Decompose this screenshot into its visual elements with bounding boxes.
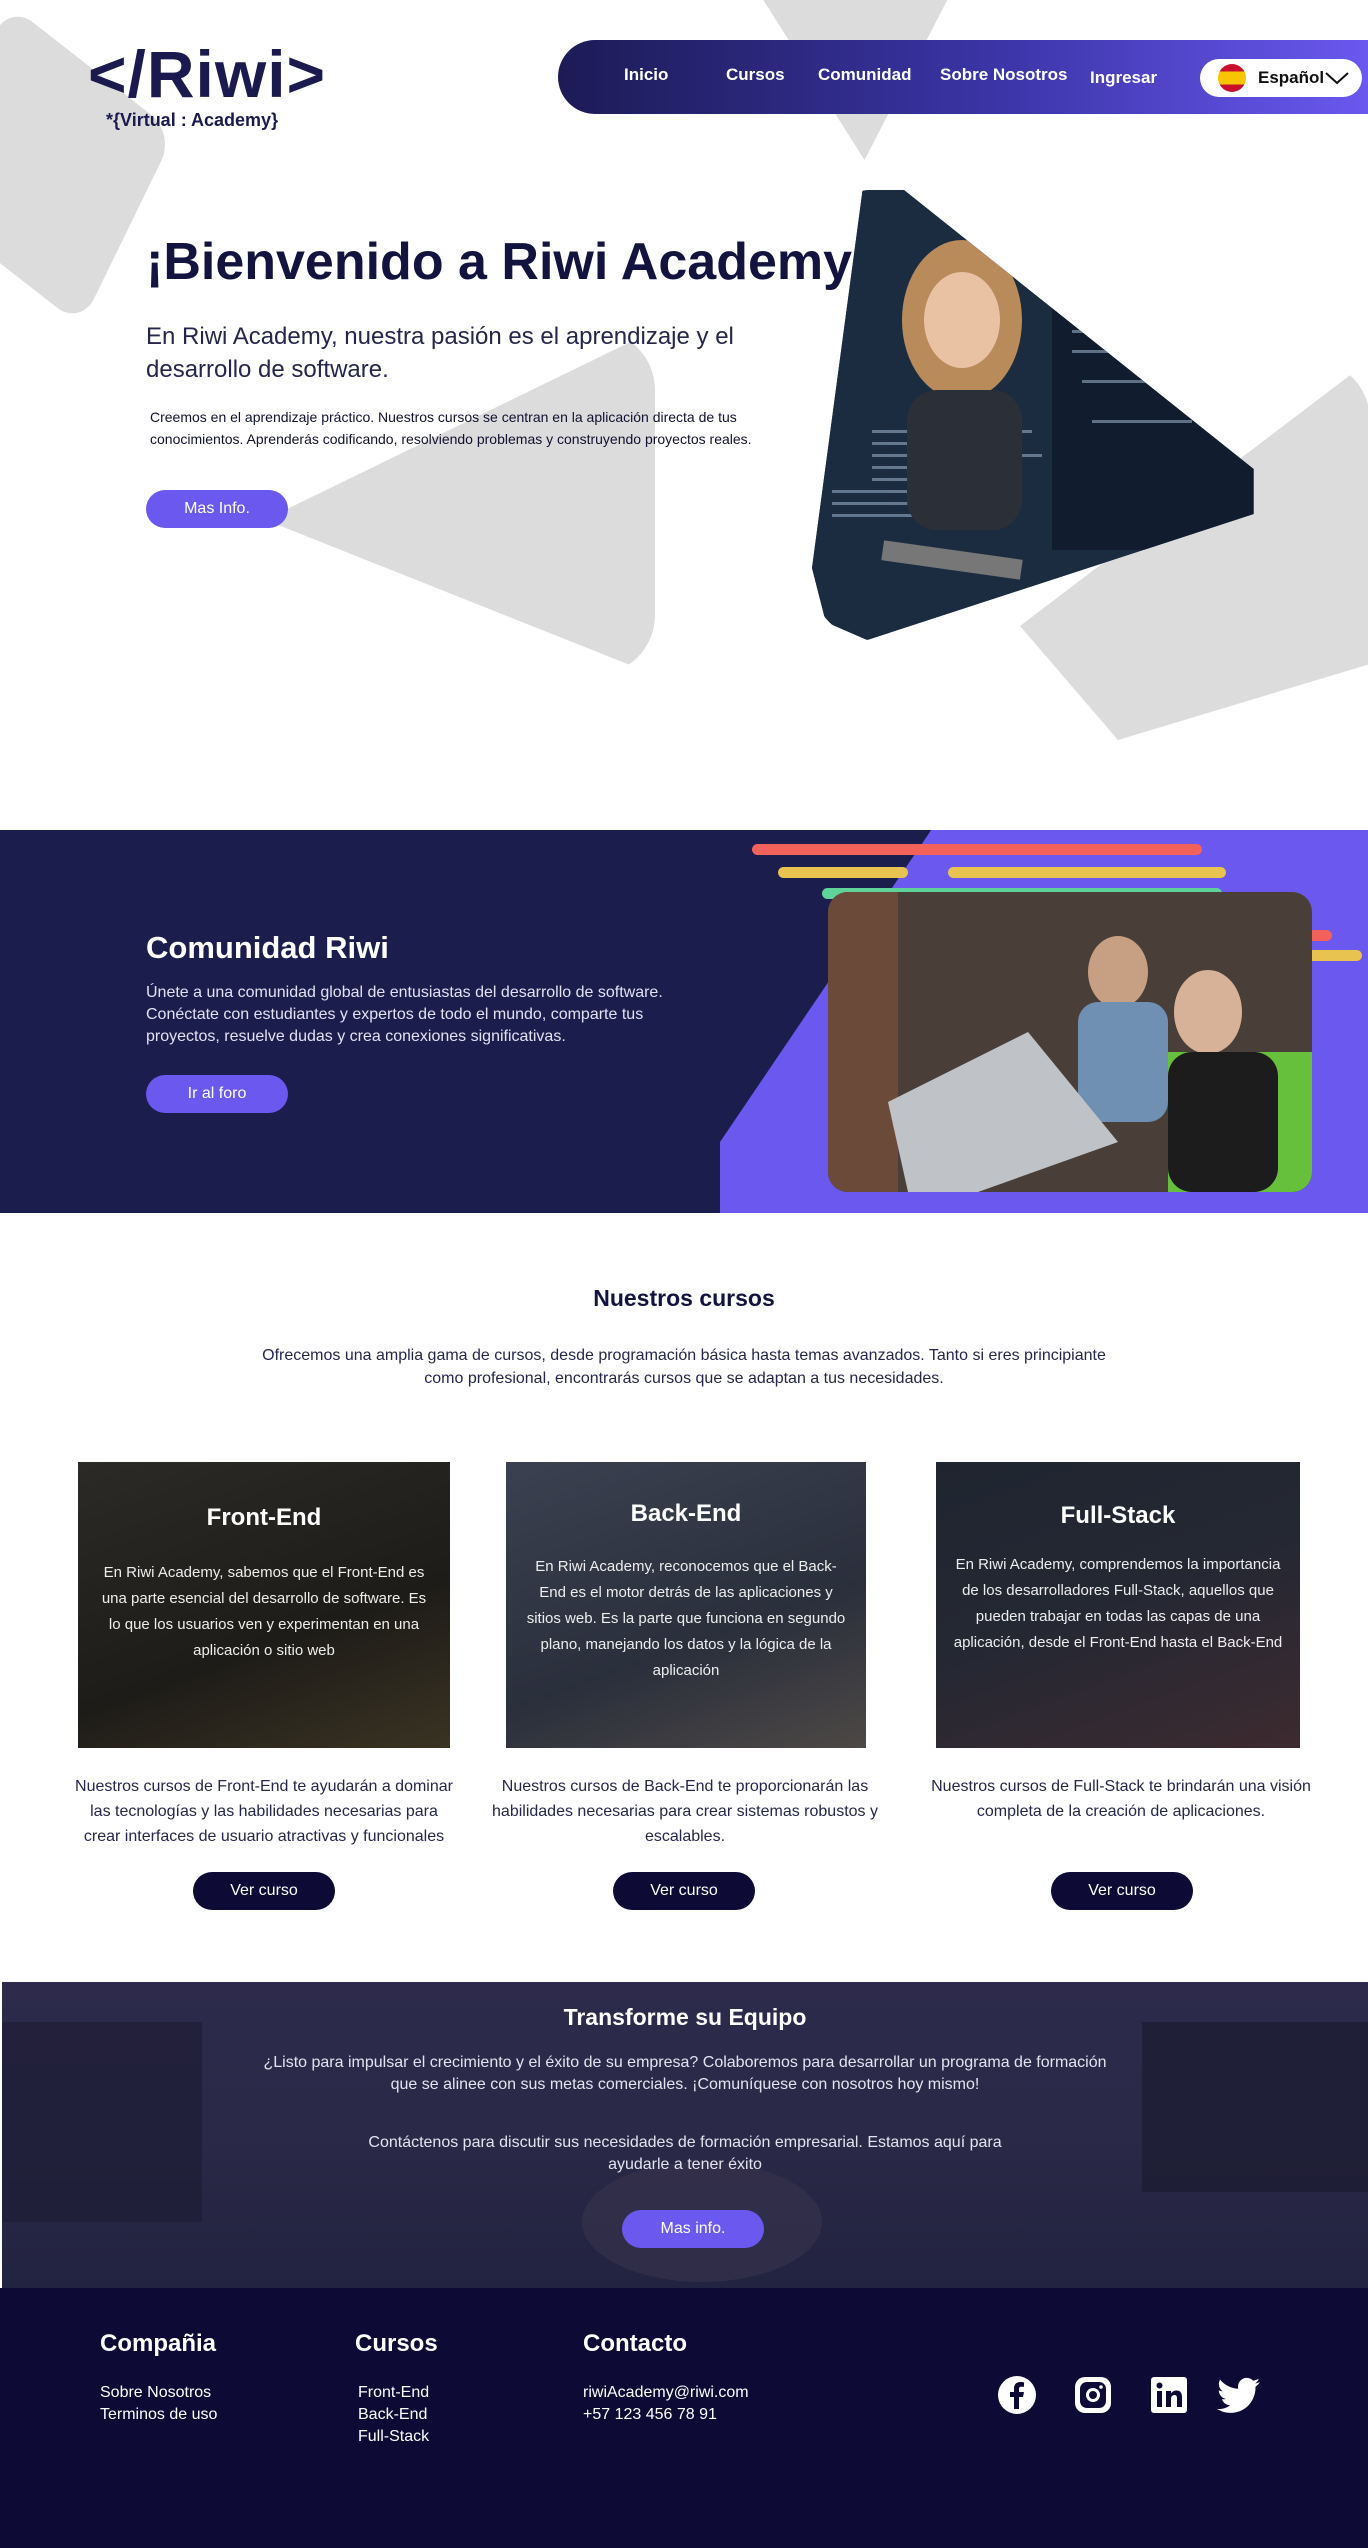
decor-stripe <box>948 867 1226 878</box>
footer-contact-title: Contacto <box>583 2330 687 2357</box>
view-course-frontend-button[interactable]: Ver curso <box>193 1872 335 1910</box>
facebook-icon[interactable] <box>996 2374 1038 2416</box>
course-card-frontend[interactable]: Front-End En Riwi Academy, sabemos que e… <box>78 1462 450 1748</box>
logo-tagline: *{Virtual : Academy} <box>106 110 279 130</box>
hero-title: ¡Bienvenido a Riwi Academy! <box>146 233 870 291</box>
footer: Compañia Sobre Nosotros Terminos de uso … <box>0 2288 1368 2548</box>
community-image <box>828 892 1312 1192</box>
course-description-frontend: Nuestros cursos de Front-End te ayudarán… <box>75 1778 453 1845</box>
instagram-icon[interactable] <box>1072 2374 1114 2416</box>
course-card-fullstack[interactable]: Full-Stack En Riwi Academy, comprendemos… <box>936 1462 1300 1748</box>
team-section: Transforme su Equipo ¿Listo para impulsa… <box>2 1982 1368 2288</box>
team-text: ¿Listo para impulsar el crecimiento y el… <box>263 2054 1107 2093</box>
course-card-text: En Riwi Academy, sabemos que el Front-En… <box>101 1564 427 1659</box>
course-description-fullstack: Nuestros cursos de Full-Stack te brindar… <box>931 1778 1311 1820</box>
decor-stripe <box>778 867 908 878</box>
chevron-down-icon <box>1324 65 1350 97</box>
view-course-backend-button[interactable]: Ver curso <box>613 1872 755 1910</box>
decor-stripe <box>752 844 1202 855</box>
view-course-fullstack-button[interactable]: Ver curso <box>1051 1872 1193 1910</box>
hero-text: Creemos en el aprendizaje práctico. Nues… <box>150 409 752 447</box>
course-card-title: Front-End <box>206 1504 322 1531</box>
footer-link-fullstack[interactable]: Full-Stack <box>358 2428 429 2446</box>
forum-button[interactable]: Ir al foro <box>146 1075 288 1113</box>
footer-contact-phone: +57 123 456 78 91 <box>583 2406 717 2423</box>
hero-subtitle: En Riwi Academy, nuestra pasión es el ap… <box>146 323 734 383</box>
footer-company-title: Compañia <box>100 2330 217 2357</box>
nav-comunidad[interactable]: Comunidad <box>818 65 912 85</box>
language-label: Español <box>1258 68 1325 87</box>
course-description-backend: Nuestros cursos de Back-End te proporcio… <box>492 1778 878 1845</box>
hero-more-info-button[interactable]: Mas Info. <box>146 490 288 528</box>
language-selector[interactable]: Español <box>1200 59 1362 97</box>
team-contact-text: Contáctenos para discutir sus necesidade… <box>368 2134 1002 2173</box>
team-title: Transforme su Equipo <box>563 2004 807 2030</box>
logo[interactable]: </Riwi> *{Virtual : Academy} <box>88 36 325 140</box>
nav-ingresar[interactable]: Ingresar <box>1090 68 1157 88</box>
footer-link-terms[interactable]: Terminos de uso <box>100 2406 217 2424</box>
footer-link-backend[interactable]: Back-End <box>358 2406 427 2424</box>
footer-courses-title: Cursos <box>355 2330 438 2357</box>
course-card-text: En Riwi Academy, reconocemos que el Back… <box>526 1558 846 1679</box>
community-section: Comunidad Riwi Únete a una comunidad glo… <box>0 830 1368 1213</box>
courses-intro: Ofrecemos una amplia gama de cursos, des… <box>262 1347 1106 1387</box>
footer-link-frontend[interactable]: Front-End <box>358 2384 429 2402</box>
logo-wordmark: </Riwi> <box>88 37 327 111</box>
spain-flag-icon <box>1218 64 1246 92</box>
course-card-backend[interactable]: Back-End En Riwi Academy, reconocemos qu… <box>506 1462 866 1748</box>
hero-section: </Riwi> *{Virtual : Academy} Inicio Curs… <box>0 0 1368 830</box>
footer-contact-email[interactable]: riwiAcademy@riwi.com <box>583 2384 749 2402</box>
team-more-info-button[interactable]: Mas info. <box>622 2210 764 2248</box>
linkedin-icon[interactable] <box>1148 2374 1190 2416</box>
nav-inicio[interactable]: Inicio <box>624 65 668 85</box>
footer-link-about[interactable]: Sobre Nosotros <box>100 2384 211 2402</box>
nav-cursos[interactable]: Cursos <box>726 65 785 85</box>
course-card-title: Back-End <box>630 1500 742 1527</box>
community-text: Únete a una comunidad global de entusias… <box>146 984 663 1045</box>
courses-title: Nuestros cursos <box>593 1285 775 1311</box>
nav-sobre-nosotros[interactable]: Sobre Nosotros <box>940 65 1068 85</box>
twitter-icon[interactable] <box>1216 2374 1262 2416</box>
community-title: Comunidad Riwi <box>146 930 389 965</box>
course-card-title: Full-Stack <box>1060 1502 1176 1529</box>
course-card-text: En Riwi Academy, comprendemos la importa… <box>953 1556 1283 1651</box>
